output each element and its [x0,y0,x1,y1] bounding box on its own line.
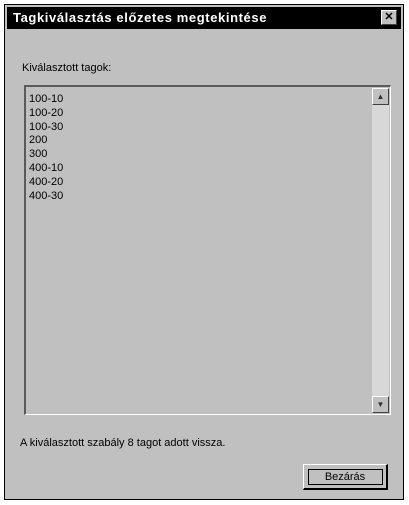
list-item[interactable]: 400-10 [29,162,63,176]
scroll-down-icon[interactable]: ▼ [372,396,389,413]
vertical-scrollbar[interactable]: ▲ ▼ [372,88,389,413]
scroll-up-icon[interactable]: ▲ [372,88,389,105]
close-icon[interactable]: ✕ [381,10,397,25]
list-item[interactable]: 400-20 [29,176,63,190]
list-item[interactable]: 300 [29,148,63,162]
list-item[interactable]: 100-20 [29,107,63,121]
list-item[interactable]: 200 [29,134,63,148]
close-button[interactable]: Bezárás [303,464,388,490]
list-item[interactable]: 100-10 [29,93,63,107]
list-item[interactable]: 400-30 [29,190,63,204]
dialog-title: Tagkiválasztás előzetes megtekintése [13,10,268,25]
list-item[interactable]: 100-30 [29,121,63,135]
result-status-text: A kiválasztott szabály 8 tagot adott vis… [20,437,226,449]
preview-dialog: Tagkiválasztás előzetes megtekintése ✕ K… [4,4,404,500]
title-bar[interactable]: Tagkiválasztás előzetes megtekintése ✕ [7,7,401,29]
selected-members-label: Kiválasztott tagok: [22,62,112,74]
selected-members-list[interactable]: 100-10 100-20 100-30 200 300 400-10 400-… [24,85,391,415]
